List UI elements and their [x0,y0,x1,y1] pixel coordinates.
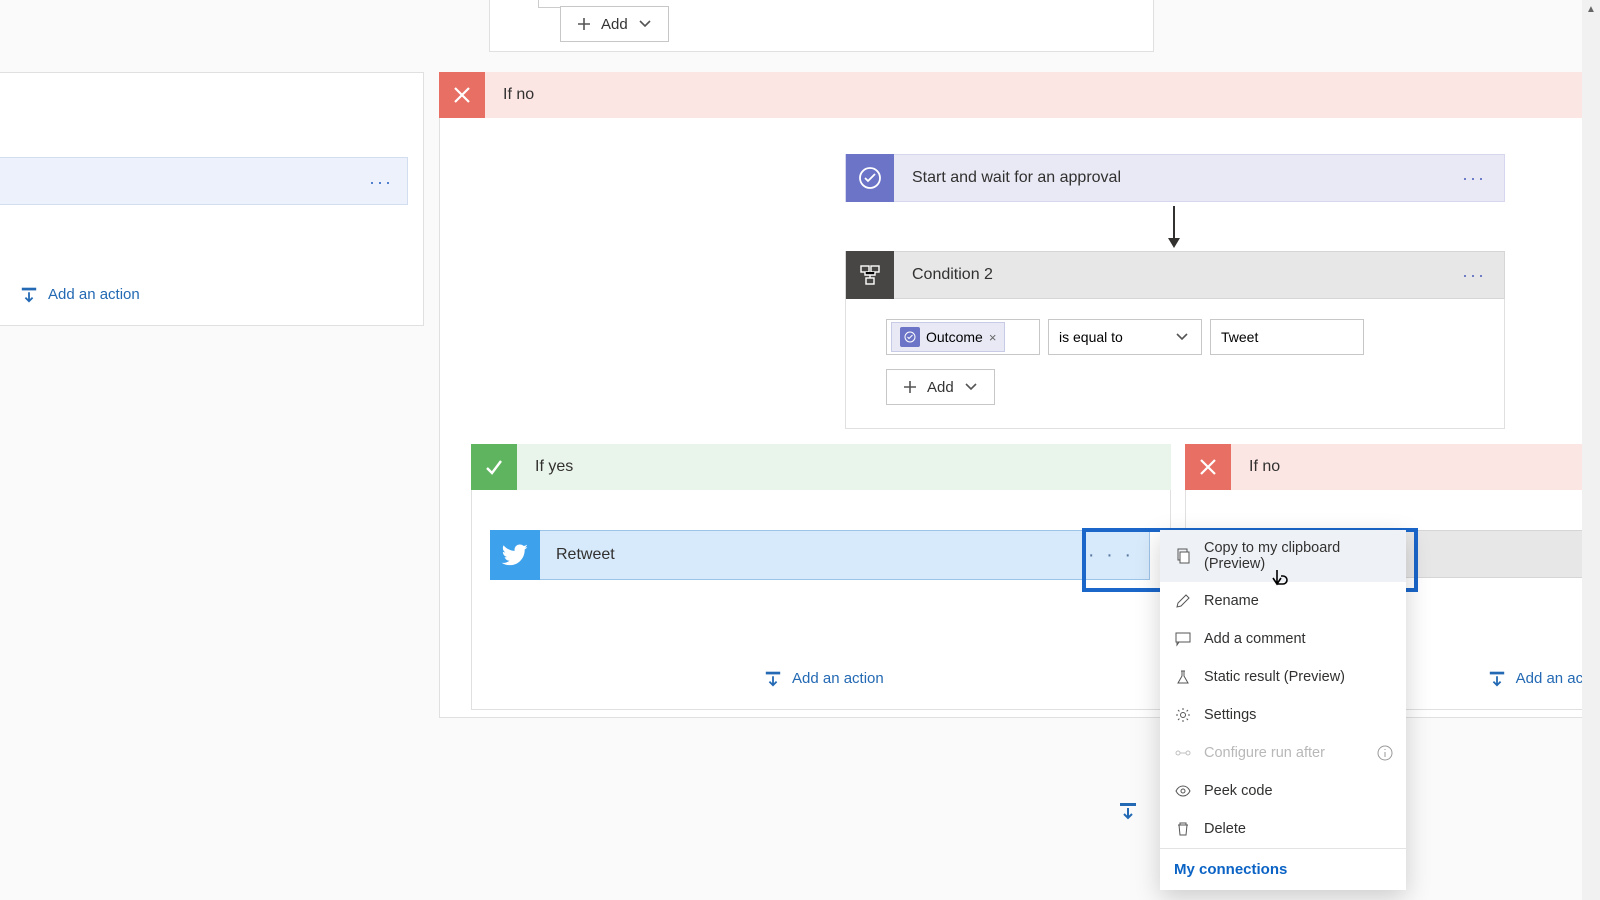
trash-icon [1174,820,1192,838]
top-card-fragment: Add [489,0,1154,52]
menu-label: Add a comment [1204,631,1306,647]
twitter-icon [490,530,540,580]
pencil-icon [1174,592,1192,610]
add-label: Add [927,379,954,396]
if-yes-header: If yes [471,444,1171,490]
approval-title: Start and wait for an approval [894,169,1444,187]
if-yes-icon [471,444,517,490]
more-icon[interactable]: ··· [369,172,393,193]
remove-token-icon[interactable]: × [989,330,997,345]
condition-row: Outcome × is equal to [886,319,1464,355]
add-action-label: Add an action [792,670,884,687]
if-no-icon [1185,444,1231,490]
condition-body: Outcome × is equal to Add [845,299,1505,429]
menu-add-comment[interactable]: Add a comment [1160,620,1406,658]
if-no-icon [439,72,485,118]
if-no-nested-header: If no [1185,444,1599,490]
flow-icon [1174,744,1192,762]
if-yes-branch: If yes Retweet · · · Add an action [471,444,1171,710]
retweet-title: Retweet [540,530,1150,580]
if-no-nested-label: If no [1231,458,1280,476]
menu-peek-code[interactable]: Peek code [1160,772,1406,810]
menu-my-connections[interactable]: My connections [1160,849,1406,890]
menu-static-result[interactable]: Static result (Preview) [1160,658,1406,696]
if-yes-label: If yes [517,458,573,476]
menu-label: Rename [1204,593,1259,609]
condition-icon [846,251,894,299]
chevron-down-icon [636,15,654,33]
scroll-up-icon[interactable]: ▲ [1582,0,1600,18]
menu-configure-run-after: Configure run after [1160,734,1406,772]
outcome-token[interactable]: Outcome × [891,322,1005,352]
add-action-icon [764,669,782,687]
vertical-scrollbar[interactable]: ▲ [1582,0,1600,900]
left-action-card-stub[interactable]: ··· [0,157,408,205]
if-no-label: If no [485,86,534,104]
menu-label: Delete [1204,821,1246,837]
gear-icon [1174,706,1192,724]
menu-label: Copy to my clipboard (Preview) [1204,540,1392,572]
operator-label: is equal to [1059,329,1123,345]
add-label: Add [601,16,628,33]
chevron-down-icon [1173,328,1191,346]
menu-label: Static result (Preview) [1204,669,1345,685]
if-yes-body: Retweet · · · Add an action [471,490,1171,710]
add-action-button[interactable]: Add an action [20,285,140,303]
condition-title: Condition 2 [894,266,1444,284]
comment-icon [1174,630,1192,648]
left-branch-panel: ··· Add an action [0,72,424,326]
add-action-icon-stub[interactable] [1118,800,1138,820]
condition-value-input[interactable] [1210,319,1364,355]
if-no-header: If no [439,72,1590,118]
condition-operator-select[interactable]: is equal to [1048,319,1202,355]
if-no-body: Start and wait for an approval ··· Condi… [439,118,1590,718]
arrow-down-icon [1173,206,1175,240]
add-action-icon [1488,669,1506,687]
copy-icon [1174,547,1192,565]
menu-settings[interactable]: Settings [1160,696,1406,734]
menu-label: Configure run after [1204,745,1325,761]
approval-token-icon [900,327,920,347]
plus-icon [575,15,593,33]
context-menu: Copy to my clipboard (Preview) Rename Ad… [1160,530,1406,890]
eye-icon [1174,782,1192,800]
add-button[interactable]: Add [560,6,669,42]
condition-card[interactable]: Condition 2 ··· [845,251,1505,299]
menu-copy-clipboard[interactable]: Copy to my clipboard (Preview) [1160,530,1406,582]
flask-icon [1174,668,1192,686]
menu-label: Settings [1204,707,1256,723]
approval-icon [846,154,894,202]
add-action-icon [20,285,38,303]
more-icon[interactable]: · · · [1088,544,1134,567]
add-action-label: Add an action [48,286,140,303]
menu-label: Peek code [1204,783,1273,799]
info-icon [1376,744,1394,762]
add-action-button[interactable]: Add an action [764,669,884,687]
menu-rename[interactable]: Rename [1160,582,1406,620]
retweet-card[interactable]: Retweet · · · [490,530,1150,580]
chevron-down-icon [962,378,980,396]
more-icon[interactable]: ··· [1444,265,1504,286]
condition-left-operand[interactable]: Outcome × [886,319,1040,355]
approval-card[interactable]: Start and wait for an approval ··· [845,154,1505,202]
more-icon[interactable]: ··· [1444,168,1504,189]
menu-delete[interactable]: Delete [1160,810,1406,848]
flow-canvas: Add ··· Add an action If no Start and wa… [0,0,1600,900]
token-label: Outcome [926,329,983,345]
plus-icon [901,378,919,396]
add-condition-button[interactable]: Add [886,369,995,405]
